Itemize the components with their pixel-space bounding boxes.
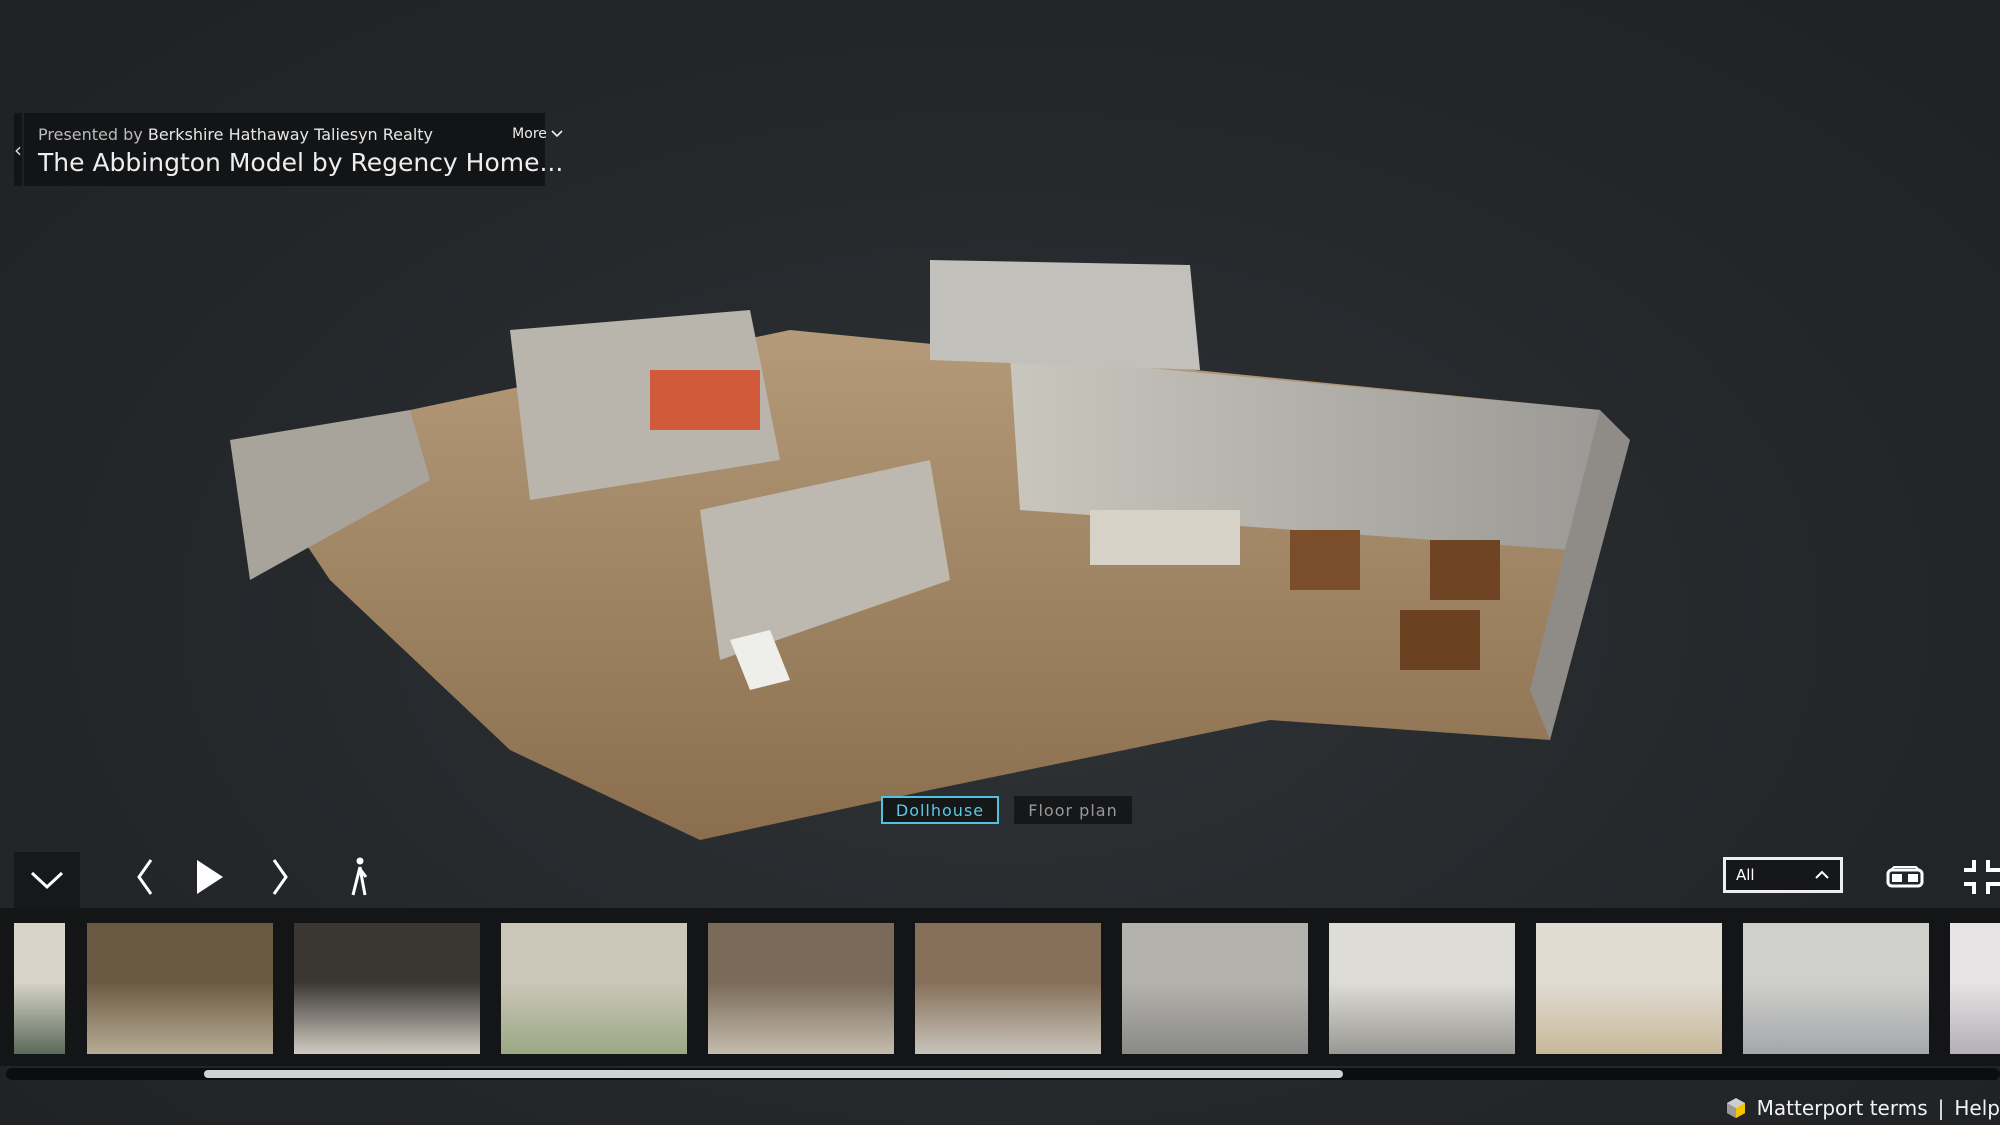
scrollbar-thumb[interactable] — [204, 1070, 1343, 1078]
thumbnail-nursery[interactable] — [1950, 923, 2000, 1054]
chevron-down-icon — [551, 130, 563, 138]
upper-room — [930, 260, 1200, 370]
walkthrough-button[interactable] — [345, 855, 375, 899]
matterport-logo-icon — [1726, 1098, 1745, 1118]
collapse-strip-button[interactable] — [14, 852, 80, 908]
exit-fullscreen-icon — [1964, 860, 2000, 894]
thumbnail-bathroom-vanity[interactable] — [1536, 923, 1722, 1054]
matterport-terms-link[interactable]: Matterport terms — [1757, 1096, 1928, 1120]
back-button[interactable]: ‹ — [14, 113, 24, 186]
exit-fullscreen-button[interactable] — [1962, 855, 2000, 899]
floor-plan-mode-button[interactable]: Floor plan — [1014, 796, 1132, 824]
chevron-down-icon — [30, 871, 64, 890]
presenter-name: Berkshire Hathaway Taliesyn Realty — [147, 125, 434, 144]
chevron-left-icon: ‹ — [14, 137, 22, 162]
thumbnail-window[interactable] — [14, 923, 65, 1054]
play-icon — [197, 860, 223, 894]
highlight-scrollbar[interactable] — [6, 1068, 2000, 1080]
thumbnail-dining-room[interactable] — [87, 923, 273, 1054]
thumbnail-bedroom-dark[interactable] — [1122, 923, 1308, 1054]
chevron-right-icon — [272, 859, 288, 895]
thumbnail-bathroom-shower[interactable] — [1743, 923, 1929, 1054]
armchair — [1430, 540, 1500, 600]
armchair — [1290, 530, 1360, 590]
vr-goggles-icon — [1886, 866, 1924, 888]
dollhouse-mode-button[interactable]: Dollhouse — [881, 796, 999, 824]
chevron-up-icon — [1815, 870, 1829, 879]
thumbnail-living-room[interactable] — [915, 923, 1101, 1054]
highlight-reel — [0, 908, 2000, 1066]
bed — [650, 370, 760, 430]
sofa — [1090, 510, 1240, 565]
chevron-left-icon — [137, 859, 153, 895]
more-label: More — [512, 126, 547, 142]
help-link[interactable]: Help — [1954, 1096, 2000, 1120]
thumbnail-living-room-fireplace[interactable] — [708, 923, 894, 1054]
thumbnail-kitchen[interactable] — [294, 923, 480, 1054]
next-button[interactable] — [265, 855, 295, 899]
tour-header: ‹ Presented by Berkshire Hathaway Talies… — [14, 113, 563, 186]
previous-button[interactable] — [130, 855, 160, 899]
more-button[interactable]: More — [512, 126, 563, 142]
floor-select-value: All — [1736, 866, 1755, 884]
presented-prefix: Presented by — [38, 125, 143, 144]
thumbnail-dining-windows[interactable] — [501, 923, 687, 1054]
dollhouse-3d-model[interactable] — [230, 250, 1630, 850]
footer: Matterport terms | Help — [1725, 1094, 2000, 1122]
page-title: The Abbington Model by Regency Home... — [38, 148, 564, 177]
footer-separator: | — [1937, 1096, 1945, 1120]
thumbnail-master-bedroom[interactable] — [1329, 923, 1515, 1054]
walking-person-icon — [351, 857, 368, 896]
header-info: Presented by Berkshire Hathaway Taliesyn… — [24, 113, 577, 186]
play-button[interactable] — [193, 855, 227, 899]
armchair — [1400, 610, 1480, 670]
floor-select[interactable]: All — [1723, 857, 1843, 893]
presented-by: Presented by Berkshire Hathaway Taliesyn… — [38, 125, 563, 144]
vr-button[interactable] — [1885, 855, 1925, 899]
